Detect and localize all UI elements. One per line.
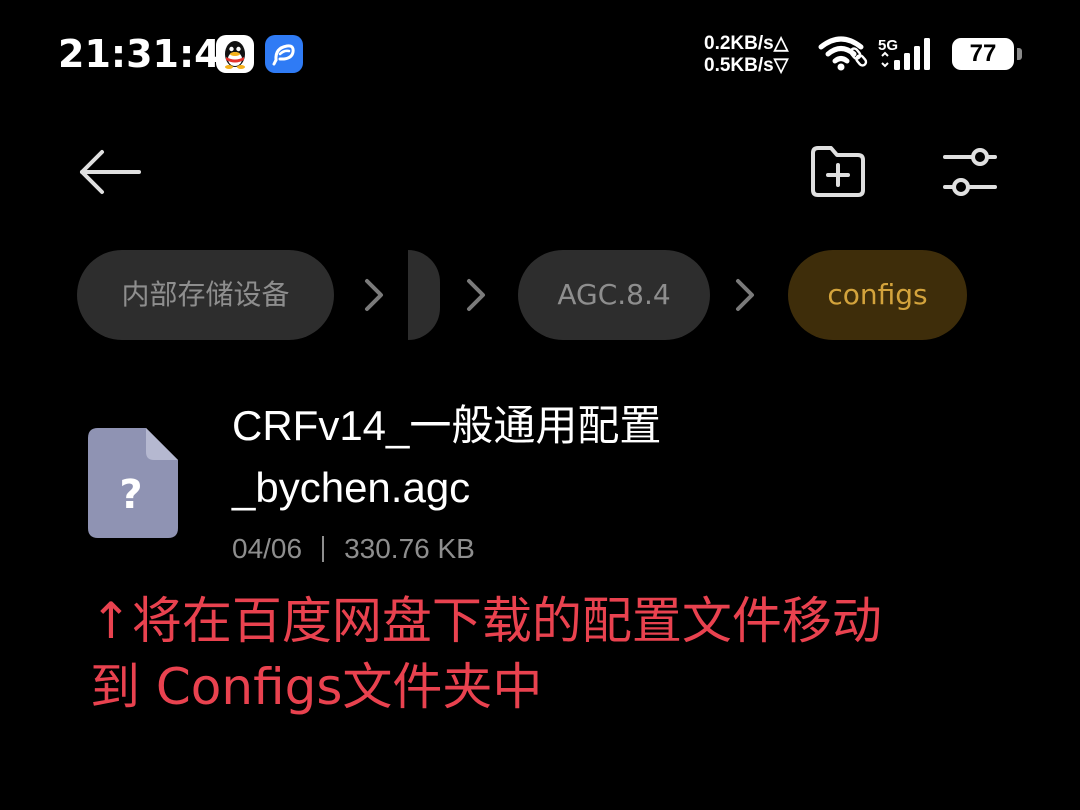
annotation-line-1: ↑将在百度网盘下载的配置文件移动 xyxy=(90,592,882,650)
annotation-text: ↑将在百度网盘下载的配置文件移动 到 Configs文件夹中 xyxy=(90,588,990,720)
breadcrumb-agc-folder[interactable]: AGC.8.4 xyxy=(518,250,710,340)
battery-icon: 77 xyxy=(952,38,1024,70)
new-folder-button[interactable] xyxy=(803,137,873,207)
network-type: 5G xyxy=(878,37,898,54)
link-icon xyxy=(849,47,868,67)
file-meta: 04/06 330.76 KB xyxy=(232,531,475,567)
file-name-line-2: _bychen.agc xyxy=(232,464,471,511)
file-date: 04/06 xyxy=(232,533,303,564)
battery-level: 77 xyxy=(969,40,997,67)
sliders-icon xyxy=(943,148,997,196)
annotation-line-2: 到 Configs文件夹中 xyxy=(90,658,543,716)
feather-icon xyxy=(265,35,303,73)
back-button[interactable] xyxy=(75,137,145,207)
question-mark-icon: ? xyxy=(119,472,142,518)
chevron-right-icon xyxy=(464,277,488,313)
meta-divider xyxy=(322,536,325,562)
wifi-icon xyxy=(818,35,874,73)
battery-cap xyxy=(1017,48,1022,60)
breadcrumb: 内部存储设备 AGC.8.4 configs xyxy=(0,250,1080,340)
file-size: 330.76 KB xyxy=(344,533,475,564)
unknown-file-icon: ? xyxy=(88,428,178,538)
breadcrumb-configs-folder[interactable]: configs xyxy=(788,250,967,340)
download-speed: 0.5KB/s▽ xyxy=(704,55,789,76)
folder-plus-icon xyxy=(811,146,865,197)
file-name: CRFv14_一般通用配置 _bychen.agc xyxy=(232,395,792,519)
filter-button[interactable] xyxy=(935,137,1005,207)
file-list-item[interactable]: ? CRFv14_一般通用配置 _bychen.agc 04/06 330.76 … xyxy=(0,395,1080,575)
status-bar: 21:31:47 0.2KB/s△ 0.5KB/s▽ 5G 77 xyxy=(0,0,1080,110)
breadcrumb-internal-storage[interactable]: 内部存储设备 xyxy=(77,250,334,340)
arrow-left-icon xyxy=(80,150,141,194)
upload-speed: 0.2KB/s△ xyxy=(704,33,789,54)
cellular-signal-icon: 5G xyxy=(878,36,942,72)
qq-icon xyxy=(216,35,254,73)
chevron-right-icon xyxy=(362,277,386,313)
network-speed: 0.2KB/s△ 0.5KB/s▽ xyxy=(704,33,788,77)
breadcrumb-collapsed-folder[interactable] xyxy=(408,250,440,340)
chevron-right-icon xyxy=(733,277,757,313)
file-name-line-1: CRFv14_一般通用配置 xyxy=(232,402,662,449)
